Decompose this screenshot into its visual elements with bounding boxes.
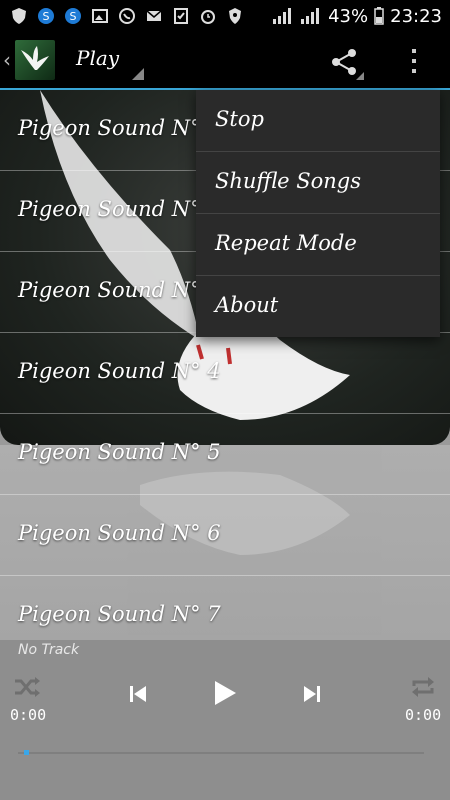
battery-percent: 43% <box>328 5 369 27</box>
mail-icon <box>146 10 162 21</box>
menu-item-label: Repeat Mode <box>215 231 357 255</box>
menu-item-shuffle-songs[interactable]: Shuffle Songs <box>196 152 440 214</box>
svg-text:S: S <box>70 10 77 23</box>
track-title: Pigeon Sound N° 4 <box>18 359 221 383</box>
track-row[interactable]: Pigeon Sound N° 6 <box>0 495 450 576</box>
track-title: Pigeon Sound N° 6 <box>18 521 221 545</box>
track-title: Pigeon Sound N° 2 <box>18 197 221 221</box>
dove-icon <box>21 46 49 70</box>
track-title: Pigeon Sound N° 3 <box>18 278 221 302</box>
menu-item-stop[interactable]: Stop <box>196 90 440 152</box>
page-title[interactable]: Play <box>76 46 119 70</box>
now-playing-label: No Track <box>18 642 80 658</box>
menu-item-label: About <box>215 293 279 317</box>
progress-knob[interactable] <box>24 750 29 755</box>
svg-text:S: S <box>43 10 50 23</box>
clipboard-check-icon <box>174 8 188 24</box>
repeat-icon[interactable] <box>410 676 436 698</box>
player-bar: No Track 0:00 0:00 <box>0 640 450 800</box>
menu-item-label: Shuffle Songs <box>215 169 362 193</box>
status-time: 23:23 <box>390 5 442 27</box>
skype-icon: S <box>65 8 81 24</box>
track-title: Pigeon Sound N° 7 <box>18 602 221 626</box>
shield-icon <box>12 8 26 24</box>
track-row[interactable]: Pigeon Sound N° 5 <box>0 414 450 495</box>
image-icon <box>92 9 108 23</box>
track-title: Pigeon Sound N° 5 <box>18 440 221 464</box>
overflow-menu-icon[interactable] <box>404 46 424 76</box>
menu-item-label: Stop <box>215 107 264 131</box>
track-row[interactable]: Pigeon Sound N° 4 <box>0 333 450 414</box>
alarm-icon <box>201 10 215 24</box>
total-time: 0:00 <box>405 706 442 724</box>
skype-icon: S <box>38 8 54 24</box>
battery-icon <box>374 7 384 25</box>
status-bar: S S 43% 23:23 <box>0 0 450 32</box>
shuffle-icon[interactable] <box>13 676 41 698</box>
spinner-indicator <box>132 68 144 80</box>
menu-item-about[interactable]: About <box>196 276 440 337</box>
share-dropdown-indicator <box>356 72 364 80</box>
overflow-menu: Stop Shuffle Songs Repeat Mode About <box>196 90 440 337</box>
elapsed-time: 0:00 <box>10 706 47 724</box>
progress-bar[interactable] <box>18 752 424 754</box>
app-logo[interactable] <box>15 40 55 80</box>
action-bar: ‹ Play <box>0 32 450 90</box>
menu-item-repeat-mode[interactable]: Repeat Mode <box>196 214 440 276</box>
play-icon[interactable] <box>212 680 238 706</box>
track-title: Pigeon Sound N° 1 <box>18 116 221 140</box>
back-chevron-icon[interactable]: ‹ <box>3 48 11 72</box>
security-shield-icon <box>229 8 241 24</box>
next-track-icon[interactable] <box>302 684 322 704</box>
signal-icon <box>301 8 320 24</box>
signal-icon <box>273 8 292 24</box>
previous-track-icon[interactable] <box>128 684 148 704</box>
whatsapp-icon <box>119 8 135 24</box>
